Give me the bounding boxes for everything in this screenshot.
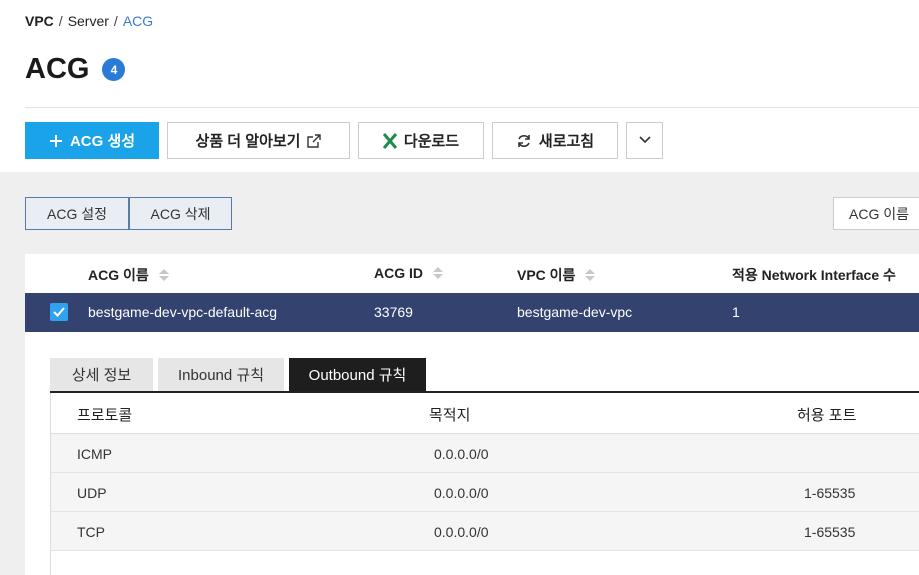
check-icon — [53, 307, 65, 317]
sub-toolbar: ACG 설정 ACG 삭제 — [25, 197, 232, 230]
cell-interfaces: 1 — [732, 304, 740, 320]
page-title: ACG — [25, 53, 90, 85]
acg-table-panel: ACG 이름 ACG ID VPC 이름 적용 Network Interfac… — [25, 254, 919, 575]
breadcrumb-separator: / — [113, 13, 118, 29]
refresh-icon — [516, 133, 532, 149]
download-button[interactable]: 다운로드 — [358, 122, 484, 159]
external-link-icon — [307, 133, 322, 148]
breadcrumb-separator: / — [58, 13, 63, 29]
title-row: ACG 4 — [25, 53, 126, 86]
learn-more-button[interactable]: 상품 더 알아보기 — [167, 122, 350, 159]
breadcrumb-server[interactable]: Server — [68, 13, 109, 29]
row-checkbox[interactable] — [50, 303, 68, 321]
sort-icon[interactable] — [585, 269, 596, 281]
chevron-down-icon — [638, 132, 652, 149]
outbound-rules-table: 프로토콜 목적지 허용 포트 ICMP 0.0.0.0/0 UDP 0.0.0.… — [50, 393, 919, 575]
cell-vpc-name: bestgame-dev-vpc — [517, 304, 633, 320]
tab-outbound[interactable]: Outbound 규칙 — [289, 358, 426, 391]
table-row[interactable]: bestgame-dev-vpc-default-acg 33769 bestg… — [25, 293, 919, 332]
rule-destination: 0.0.0.0/0 — [434, 446, 489, 462]
rule-port: 1-65535 — [804, 524, 856, 540]
title-divider — [25, 107, 919, 108]
refresh-button[interactable]: 새로고침 — [492, 122, 618, 159]
tab-inbound[interactable]: Inbound 규칙 — [158, 358, 284, 391]
filter-select[interactable]: ACG 이름 — [833, 197, 919, 230]
cell-acg-name: bestgame-dev-vpc-default-acg — [88, 304, 278, 320]
rule-row: TCP 0.0.0.0/0 1-65535 — [51, 512, 919, 551]
create-acg-label: ACG 생성 — [69, 133, 136, 150]
count-badge: 4 — [102, 58, 126, 81]
rule-row: ICMP 0.0.0.0/0 — [51, 434, 919, 473]
more-options-button[interactable] — [626, 122, 663, 159]
rules-column-protocol: 프로토콜 — [77, 407, 133, 424]
rule-row: UDP 0.0.0.0/0 1-65535 — [51, 473, 919, 512]
column-header-acg-name[interactable]: ACG 이름 — [88, 265, 169, 285]
learn-more-label: 상품 더 알아보기 — [195, 133, 301, 150]
cell-acg-id: 33769 — [374, 304, 413, 320]
breadcrumb-acg[interactable]: ACG — [123, 13, 153, 29]
rule-protocol: ICMP — [77, 446, 112, 462]
excel-icon — [382, 132, 397, 149]
rules-column-destination: 목적지 — [429, 407, 471, 424]
column-header-acg-id[interactable]: ACG ID — [374, 265, 443, 281]
sort-icon[interactable] — [158, 269, 169, 281]
rule-destination: 0.0.0.0/0 — [434, 524, 489, 540]
rule-destination: 0.0.0.0/0 — [434, 485, 489, 501]
plus-icon — [49, 134, 63, 148]
acg-settings-button[interactable]: ACG 설정 — [25, 197, 129, 230]
breadcrumb-vpc[interactable]: VPC — [25, 13, 54, 29]
tab-details[interactable]: 상세 정보 — [50, 358, 153, 391]
rule-protocol: UDP — [77, 485, 107, 501]
create-acg-button[interactable]: ACG 생성 — [25, 122, 159, 159]
download-label: 다운로드 — [403, 133, 460, 150]
acg-delete-button[interactable]: ACG 삭제 — [129, 197, 232, 230]
toolbar: ACG 생성 상품 더 알아보기 다운로드 새로고침 — [25, 122, 663, 159]
rule-protocol: TCP — [77, 524, 105, 540]
rule-port: 1-65535 — [804, 485, 856, 501]
column-header-interfaces[interactable]: 적용 Network Interface 수 — [732, 265, 896, 285]
breadcrumb: VPC / Server / ACG — [25, 13, 153, 29]
sort-icon[interactable] — [433, 267, 443, 279]
detail-tabs: 상세 정보 Inbound 규칙 Outbound 규칙 — [50, 358, 426, 391]
column-header-vpc-name[interactable]: VPC 이름 — [517, 265, 596, 285]
refresh-label: 새로고침 — [538, 133, 595, 150]
rules-header: 프로토콜 목적지 허용 포트 — [51, 393, 919, 434]
table-header: ACG 이름 ACG ID VPC 이름 적용 Network Interfac… — [25, 254, 919, 293]
rules-column-port: 허용 포트 — [797, 407, 857, 424]
